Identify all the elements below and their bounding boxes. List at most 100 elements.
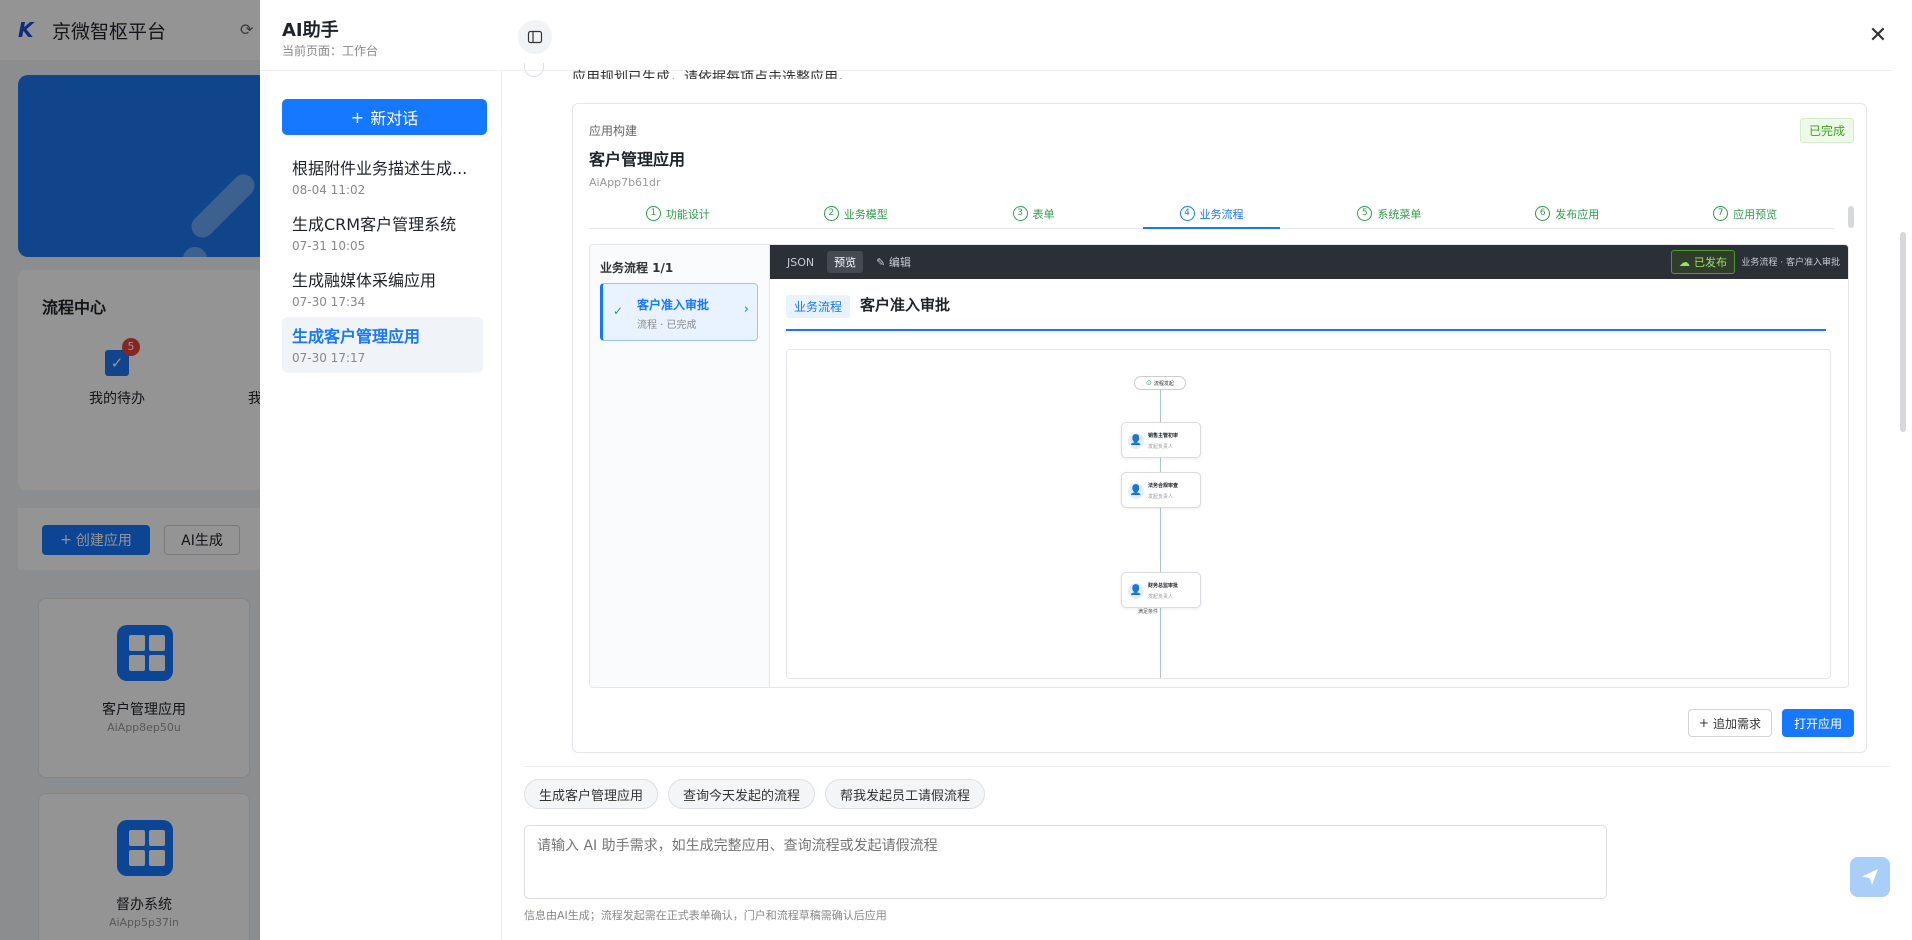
- node-name: 财务总监审批: [1148, 583, 1179, 589]
- step-business-model[interactable]: 2 业务模型: [767, 199, 945, 228]
- suggestion-chip[interactable]: 生成客户管理应用: [524, 779, 659, 809]
- cloud-upload-icon: ☁: [1679, 255, 1690, 269]
- step-number: 4: [1179, 206, 1195, 221]
- step-label: 业务模型: [843, 207, 888, 221]
- assistant-avatar: [524, 63, 544, 77]
- flow-tag: 业务流程: [786, 295, 851, 318]
- flow-preview: 业务流程 客户准入审批 ⊙ 流程发起 👤 销售主管初审 发起负责人 👤 法务合规…: [770, 279, 1848, 687]
- conversation-item[interactable]: 生成融媒体采编应用 07-30 17:34: [282, 261, 483, 317]
- condition-label: 满足条件: [1138, 609, 1159, 615]
- flow-start-label: 流程发起: [1153, 380, 1174, 387]
- flow-viewer: 业务流程 1/1 ✓ 客户准入审批 流程 · 已完成 › JSON 预览 ✎ 编…: [589, 244, 1849, 688]
- node-assignee: 发起负责人: [1148, 444, 1174, 450]
- step-number: 5: [1357, 206, 1373, 221]
- send-button[interactable]: [1850, 857, 1890, 897]
- step-business-flow[interactable]: 4 业务流程: [1123, 199, 1301, 229]
- add-requirement-label: 追加需求: [1712, 716, 1761, 731]
- conversation-date: 07-30 17:17: [292, 351, 366, 365]
- ai-assistant-drawer: AI助手 当前页面：工作台 ✕ + 新对话 根据附件业务描述生成... 08-0…: [260, 0, 1912, 940]
- flow-title-underline: [786, 329, 1826, 331]
- chat-scrollbar[interactable]: [1900, 232, 1906, 432]
- flow-connector: [1160, 390, 1161, 422]
- pencil-icon: ✎: [876, 256, 889, 269]
- build-steps: 1 功能设计 2 业务模型 3 表单 4 业务流程 5 系统菜单 6 发布应用 7 应用预览: [589, 199, 1834, 229]
- step-number: 6: [1535, 206, 1551, 221]
- step-label: 功能设计: [665, 207, 710, 221]
- tab-preview[interactable]: 预览: [827, 251, 864, 273]
- flow-breadcrumb: 业务流程 · 客户准入审批: [1741, 258, 1840, 268]
- step-app-preview[interactable]: 7 应用预览: [1656, 199, 1834, 228]
- conversation-title: 生成CRM客户管理系统: [292, 215, 457, 234]
- sidebar-toggle-button[interactable]: [518, 20, 552, 54]
- step-number: 3: [1012, 206, 1028, 221]
- chat-input[interactable]: [524, 825, 1607, 899]
- close-icon[interactable]: ✕: [1866, 24, 1890, 48]
- published-label: 已发布: [1694, 256, 1727, 269]
- flow-approval-node[interactable]: 👤 财务总监审批 发起负责人: [1121, 572, 1201, 608]
- chat-divider: [524, 766, 1890, 767]
- step-function-design[interactable]: 1 功能设计: [589, 199, 767, 228]
- new-conversation-label: 新对话: [370, 109, 419, 128]
- app-build-card: 应用构建 客户管理应用 AiApp7b61dr 已完成 1 功能设计 2 业务模型 …: [572, 103, 1867, 753]
- step-number: 7: [1713, 206, 1729, 221]
- tab-edit-label: 编辑: [888, 256, 911, 269]
- node-name: 销售主管初审: [1148, 433, 1179, 439]
- step-number: 2: [823, 206, 839, 221]
- step-label: 业务流程: [1199, 207, 1244, 221]
- play-icon: ⊙: [1146, 379, 1152, 387]
- step-label: 发布应用: [1555, 207, 1600, 221]
- suggestion-chip[interactable]: 帮我发起员工请假流程: [825, 779, 986, 809]
- suggestion-chips: 生成客户管理应用 查询今天发起的流程 帮我发起员工请假流程: [524, 779, 986, 809]
- card-app-name: 客户管理应用: [589, 150, 686, 169]
- step-publish-app[interactable]: 6 发布应用: [1478, 199, 1656, 228]
- flow-list-header: 业务流程 1/1: [600, 261, 674, 275]
- flow-detail: JSON 预览 ✎ 编辑 ☁ 已发布 业务流程 · 客户准入审批 业务流程 客户准…: [770, 245, 1848, 687]
- ai-disclaimer: 信息由AI生成；流程发起需在正式表单确认，门户和流程草稿需确认后应用: [524, 909, 887, 922]
- flow-approval-node[interactable]: 👤 销售主管初审 发起负责人: [1121, 422, 1201, 458]
- flow-approval-node[interactable]: 👤 法务合规审查 发起负责人: [1121, 472, 1201, 508]
- user-icon: 👤: [1128, 583, 1144, 599]
- steps-scrollbar[interactable]: [1848, 206, 1854, 228]
- flow-list-item[interactable]: ✓ 客户准入审批 流程 · 已完成 ›: [600, 283, 758, 341]
- conversation-panel: + 新对话 根据附件业务描述生成... 08-04 11:02 生成CRM客户管…: [260, 71, 502, 940]
- conversation-item-active[interactable]: 生成客户管理应用 07-30 17:17: [282, 317, 483, 373]
- new-conversation-button[interactable]: + 新对话: [282, 99, 487, 135]
- conversation-item[interactable]: 生成CRM客户管理系统 07-31 10:05: [282, 205, 483, 261]
- step-label: 表单: [1032, 207, 1055, 221]
- node-name: 法务合规审查: [1148, 483, 1179, 489]
- conversation-item[interactable]: 根据附件业务描述生成... 08-04 11:02: [282, 149, 483, 205]
- node-assignee: 发起负责人: [1148, 494, 1174, 500]
- flow-connector: [1160, 458, 1161, 472]
- conversation-title: 生成客户管理应用: [292, 327, 421, 346]
- suggestion-chip[interactable]: 查询今天发起的流程: [668, 779, 816, 809]
- flow-connector: [1160, 508, 1161, 572]
- sidebar-toggle-icon: [527, 30, 543, 44]
- flow-connector: [1160, 608, 1161, 678]
- open-app-button[interactable]: 打开应用: [1781, 709, 1854, 737]
- conversation-date: 07-30 17:34: [292, 295, 366, 309]
- drawer-title: AI助手: [282, 20, 339, 41]
- send-icon: [1862, 869, 1878, 885]
- flow-item-status: 流程 · 已完成: [637, 320, 697, 331]
- flow-title: 客户准入审批: [860, 296, 951, 314]
- status-badge: 已完成: [1799, 118, 1854, 143]
- check-icon: ✓: [613, 304, 624, 318]
- step-form[interactable]: 3 表单: [945, 199, 1123, 228]
- chat-area: 应用规划已生成，请依据每项点击选整应用。 应用构建 客户管理应用 AiApp7b…: [502, 63, 1892, 940]
- add-requirement-button[interactable]: + 追加需求: [1687, 709, 1772, 737]
- published-badge: ☁ 已发布: [1671, 250, 1735, 274]
- plus-icon: +: [1698, 716, 1709, 730]
- conversation-date: 08-04 11:02: [292, 183, 366, 197]
- flow-canvas[interactable]: ⊙ 流程发起 👤 销售主管初审 发起负责人 👤 法务合规审查 发起负责人 满足条…: [786, 349, 1831, 679]
- user-icon: 👤: [1128, 483, 1144, 499]
- conversation-date: 07-31 10:05: [292, 239, 366, 253]
- tab-edit[interactable]: ✎ 编辑: [869, 251, 918, 273]
- tab-json[interactable]: JSON: [780, 253, 821, 272]
- step-label: 应用预览: [1733, 207, 1778, 221]
- card-app-code: AiApp7b61dr: [589, 176, 661, 189]
- flow-toolbar: JSON 预览 ✎ 编辑 ☁ 已发布 业务流程 · 客户准入审批: [770, 245, 1848, 279]
- step-system-menu[interactable]: 5 系统菜单: [1300, 199, 1478, 228]
- flow-start-node[interactable]: ⊙ 流程发起: [1134, 376, 1186, 390]
- user-icon: 👤: [1128, 433, 1144, 449]
- card-actions: + 追加需求 打开应用: [1687, 709, 1854, 737]
